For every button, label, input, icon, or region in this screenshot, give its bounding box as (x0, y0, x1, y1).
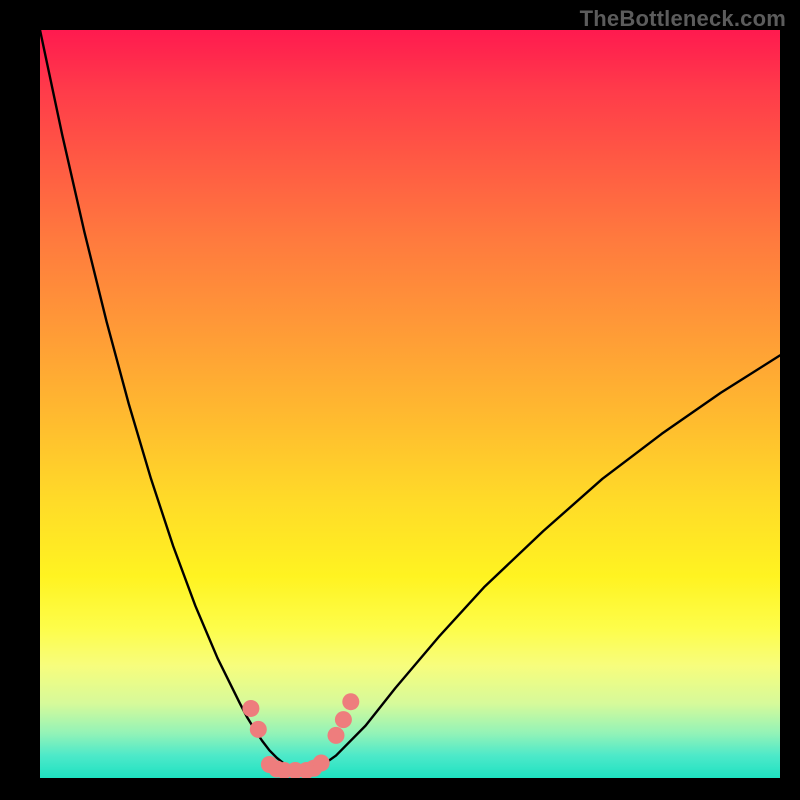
curve-path (40, 30, 780, 771)
marker-group (242, 693, 359, 778)
data-marker (242, 700, 259, 717)
plot-area (40, 30, 780, 778)
chart-svg (40, 30, 780, 778)
data-marker (250, 721, 267, 738)
chart-frame: TheBottleneck.com (0, 0, 800, 800)
watermark-text: TheBottleneck.com (580, 6, 786, 32)
data-marker (335, 711, 352, 728)
bottleneck-curve (40, 30, 780, 771)
data-marker (328, 727, 345, 744)
data-marker (342, 693, 359, 710)
data-marker (313, 755, 330, 772)
